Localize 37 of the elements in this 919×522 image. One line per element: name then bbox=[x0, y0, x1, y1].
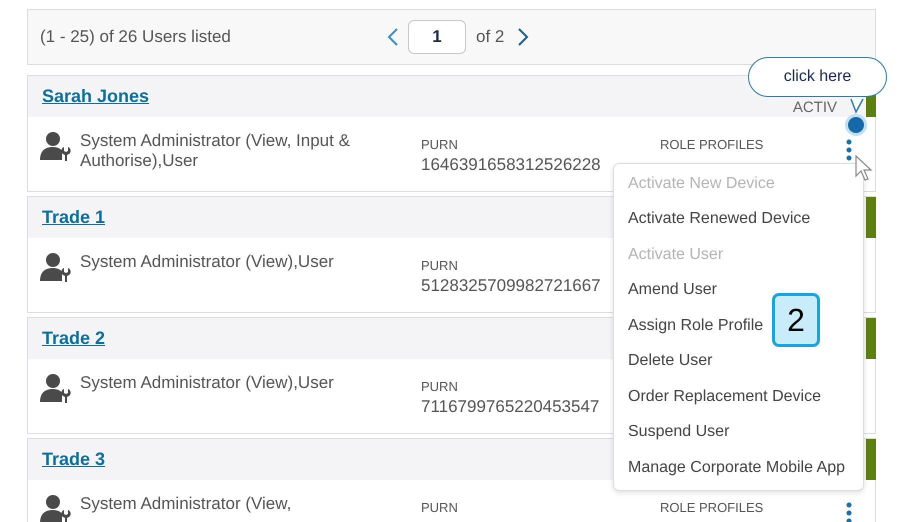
page-number-field[interactable]: 1 bbox=[408, 20, 466, 54]
user-name-link[interactable]: Trade 1 bbox=[42, 207, 106, 228]
users-count-text: (1 - 25) of 26 Users listed bbox=[40, 27, 232, 47]
more-options-icon[interactable] bbox=[845, 139, 853, 161]
menu-item[interactable]: Manage Corporate Mobile App bbox=[614, 450, 856, 486]
role-text: System Administrator (View, bbox=[80, 494, 292, 514]
status-text: ACTIV bbox=[792, 99, 837, 116]
role-text: System Administrator (View),User bbox=[80, 252, 335, 272]
purn-label: PURN bbox=[421, 137, 458, 152]
previous-page-icon[interactable] bbox=[386, 27, 400, 47]
menu-item[interactable]: Amend User bbox=[614, 272, 727, 308]
step-badge: 2 bbox=[772, 293, 820, 347]
role-text: System Administrator (View, Input & Authorise),User bbox=[80, 131, 351, 171]
menu-item[interactable]: Activate Renewed Device bbox=[614, 202, 820, 237]
menu-item[interactable]: Delete User bbox=[614, 344, 722, 379]
user-name-link[interactable]: Trade 3 bbox=[42, 449, 106, 470]
menu-item[interactable]: Order Replacement Device bbox=[614, 379, 831, 414]
callout-bubble: click here bbox=[748, 57, 887, 97]
purn-value: 1646391658312526228 bbox=[421, 155, 601, 175]
role-text: System Administrator (View),User bbox=[80, 373, 335, 393]
status-strip bbox=[866, 197, 876, 238]
role-profiles-label: ROLE PROFILES bbox=[660, 500, 764, 515]
next-page-icon[interactable] bbox=[516, 27, 530, 47]
purn-label: PURN bbox=[421, 500, 458, 515]
status-strip bbox=[866, 318, 876, 359]
menu-item[interactable]: Suspend User bbox=[614, 414, 740, 450]
status-strip bbox=[866, 439, 876, 480]
more-options-icon[interactable] bbox=[845, 502, 853, 522]
page-count-text: of 2 bbox=[476, 27, 504, 47]
user-name-link[interactable]: Trade 2 bbox=[42, 328, 106, 349]
purn-value: 5128325709982721667 bbox=[421, 276, 601, 296]
purn-value: 7116799765220453547 bbox=[421, 397, 600, 417]
purn-label: PURN bbox=[421, 379, 458, 394]
menu-item[interactable]: Assign Role Profile bbox=[614, 308, 774, 344]
user-name-link[interactable]: Sarah Jones bbox=[42, 86, 150, 107]
purn-label: PURN bbox=[421, 258, 458, 273]
role-profiles-label: ROLE PROFILES bbox=[660, 137, 764, 152]
